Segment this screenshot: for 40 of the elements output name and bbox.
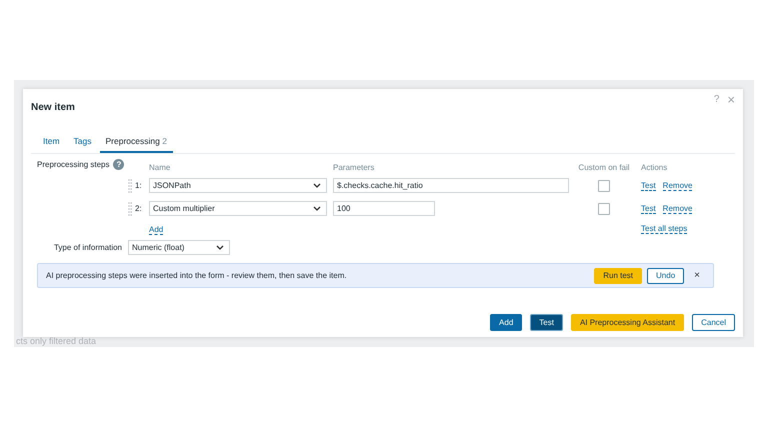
tab[interactable]: Tags [68, 133, 98, 153]
step-type-dropdown[interactable]: Custom multiplier [149, 201, 327, 216]
drag-handle-icon[interactable] [128, 202, 132, 216]
tab[interactable]: Preprocessing 2 [100, 133, 173, 153]
drag-handle-icon[interactable] [128, 178, 132, 192]
step-number: 2: [135, 204, 142, 213]
chevron-down-icon [313, 183, 321, 188]
column-header: Custom on fail [577, 162, 631, 172]
parameter-input[interactable]: 100 [333, 201, 435, 216]
step-number: 1: [135, 181, 142, 190]
banner-button[interactable]: Run test [594, 268, 642, 284]
column-header: Name [149, 162, 172, 172]
type-dropdown[interactable]: Numeric (float) [128, 240, 230, 255]
action-link[interactable]: Test [641, 204, 656, 214]
action-link[interactable]: Remove [662, 204, 692, 214]
parameter-input[interactable]: $.checks.cache.hit_ratio [333, 178, 569, 193]
chevron-down-icon [313, 206, 321, 211]
footer-button[interactable]: Add [490, 314, 522, 331]
action-link[interactable]: Remove [662, 180, 692, 190]
banner-button[interactable]: Undo [647, 268, 684, 284]
field-label: Type of information [54, 243, 122, 252]
step-type-dropdown[interactable]: JSONPath [149, 178, 327, 193]
checkbox[interactable] [598, 202, 610, 214]
column-header: Parameters [333, 162, 376, 172]
chevron-down-icon [216, 245, 224, 250]
footer-button[interactable]: Cancel [692, 314, 735, 331]
banner-message: AI preprocessing steps were inserted into the form - review them, then save the item. [46, 271, 347, 280]
add-link[interactable]: Add [149, 224, 164, 234]
help-icon[interactable]: ? [113, 159, 124, 170]
column-header: Actions [641, 162, 668, 172]
test-all-steps-link[interactable]: Test all steps [641, 224, 688, 234]
tab[interactable]: Item [37, 133, 66, 153]
field-label: Preprocessing steps [37, 160, 110, 169]
action-link[interactable]: Test [641, 180, 656, 190]
dismiss-button[interactable]: × [689, 270, 705, 281]
dialog-title: New item [31, 102, 75, 113]
background-text: cts only filtered data [16, 336, 96, 346]
checkbox[interactable] [598, 180, 610, 192]
footer-button[interactable]: AI Preprocessing Assistant [570, 314, 684, 331]
footer-button[interactable]: Test [530, 314, 563, 331]
